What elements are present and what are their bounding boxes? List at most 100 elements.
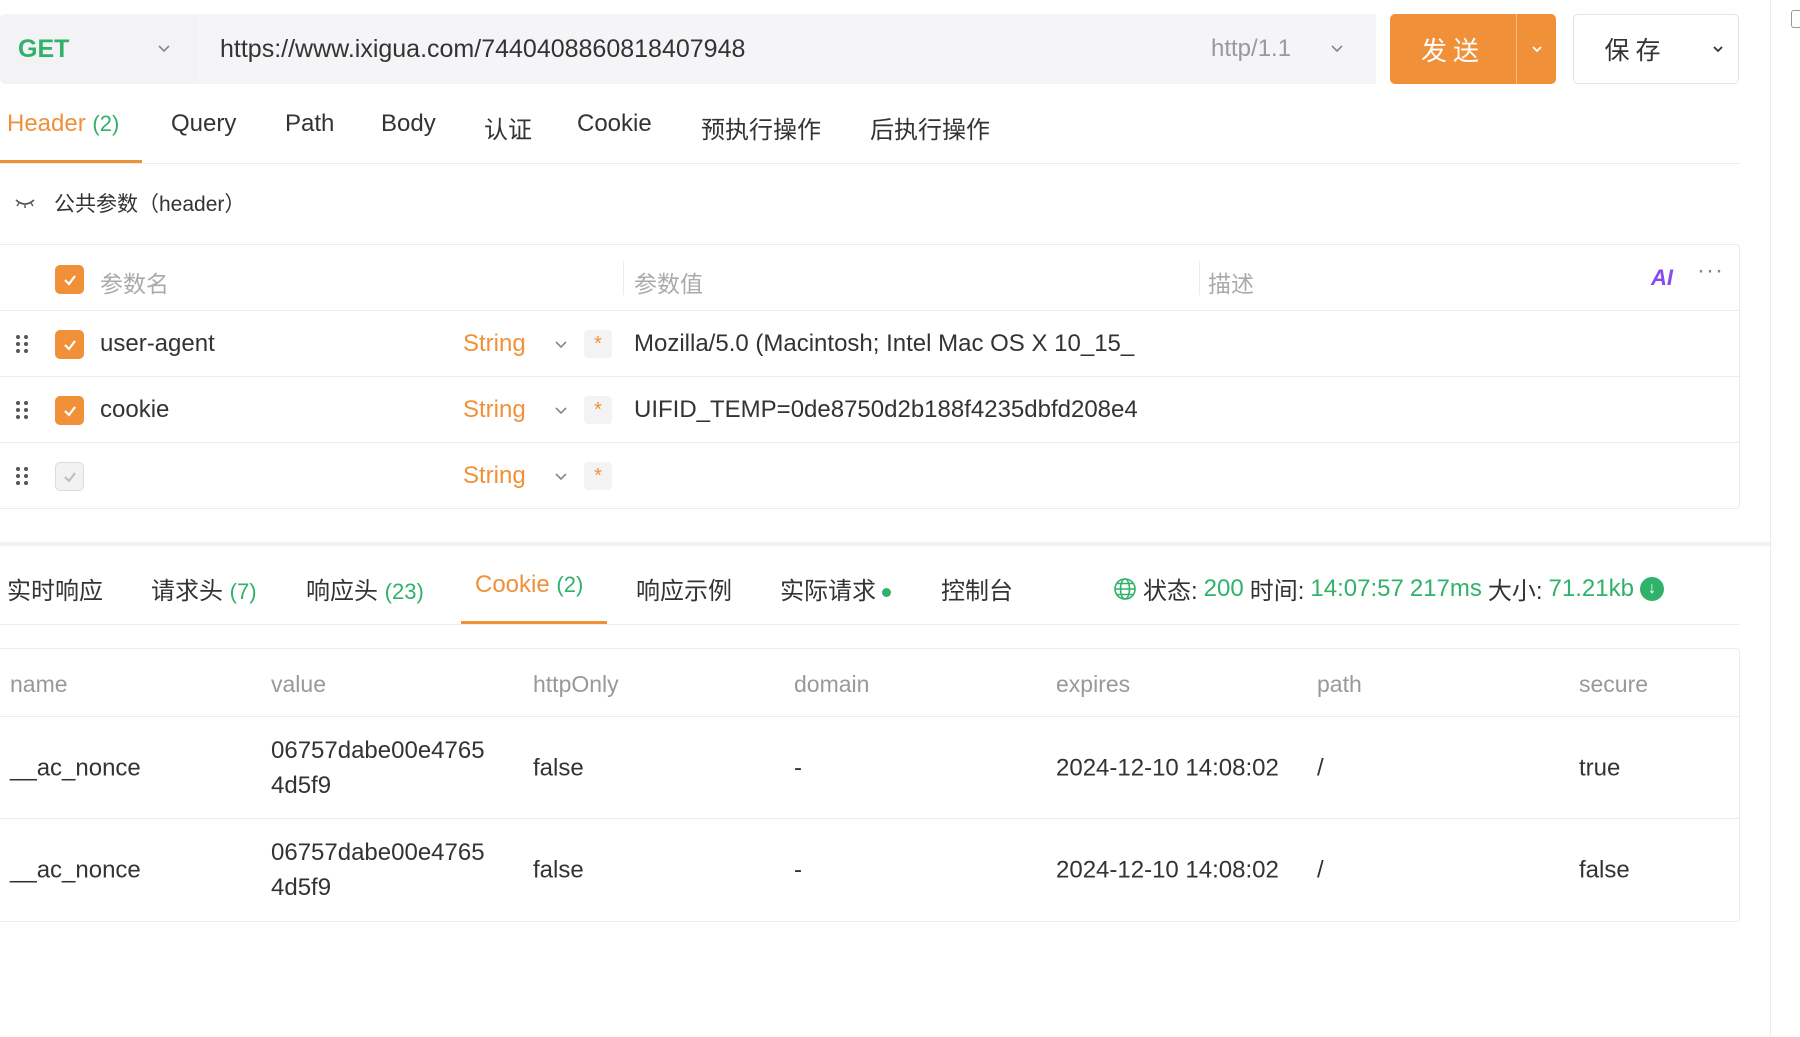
status-code: 200 (1203, 574, 1244, 602)
tab-request-headers[interactable]: 请求头 (7) (151, 571, 257, 606)
request-tabs: Header (2) Query Path Body 认证 Cookie 预执行… (0, 96, 1740, 164)
tab-response-headers[interactable]: 响应头 (23) (306, 571, 424, 606)
globe-icon[interactable] (1113, 577, 1137, 601)
send-button[interactable]: 发送 (1390, 14, 1516, 84)
check-icon (63, 339, 76, 351)
tab-auth[interactable]: 认证 (484, 110, 532, 145)
cookie-name: __ac_nonce (10, 754, 141, 781)
column-header: expires (1056, 671, 1131, 697)
cookie-domain: - (794, 856, 802, 884)
response-status: 状态: 200 时间: 14:07:57 217ms 大小: 71.21kb ↓ (1113, 571, 1664, 606)
cookie-expires: 2024-12-10 14:08:02 (1056, 754, 1279, 781)
cookie-name: __ac_nonce (10, 856, 141, 884)
response-tabs: 实时响应 请求头 (7) 响应头 (23) Cookie (2) 响应示例 实际… (0, 555, 1740, 625)
save-button[interactable]: 保存 (1573, 14, 1698, 84)
chevron-down-icon[interactable] (553, 468, 569, 484)
tab-pre-script[interactable]: 预执行操作 (701, 110, 821, 145)
request-bar: GET https://www.ixigua.com/7440408860818… (0, 14, 1376, 84)
param-value-input[interactable]: UIFID_TEMP=0de8750d2b188f4235dbfd208e4 (634, 396, 1138, 424)
cookie-secure: true (1579, 754, 1621, 781)
tab-query[interactable]: Query (171, 110, 236, 138)
url-text[interactable]: https://www.ixigua.com/74404088608184079… (220, 35, 745, 64)
param-type-select[interactable]: String (463, 330, 526, 358)
duration-value: 217ms (1409, 574, 1482, 602)
chevron-down-icon (1531, 46, 1542, 53)
tab-realtime-response[interactable]: 实时响应 (7, 571, 103, 606)
cookie-domain: - (794, 754, 802, 781)
side-panel-toggle-icon[interactable] (1791, 10, 1800, 28)
chevron-down-icon[interactable] (553, 336, 569, 352)
size-label: 大小: (1487, 578, 1543, 605)
cookie-httponly: false (533, 754, 584, 781)
eye-closed-icon (15, 199, 35, 208)
column-divider (623, 261, 624, 295)
cookie-path: / (1317, 754, 1324, 781)
method-select[interactable]: GET (0, 14, 196, 84)
method-label: GET (18, 34, 70, 63)
chevron-down-icon (158, 45, 170, 53)
required-toggle[interactable]: * (584, 330, 612, 358)
drag-handle-icon[interactable] (14, 400, 30, 420)
panel-divider[interactable] (0, 542, 1770, 546)
check-icon (63, 405, 76, 417)
tab-body[interactable]: Body (381, 110, 436, 138)
header-params-table: 参数名 参数值 描述 AI ··· user-agent String * Mo… (0, 244, 1740, 509)
required-toggle[interactable]: * (584, 462, 612, 490)
param-type-select[interactable]: String (463, 462, 526, 490)
column-value-header: 参数值 (634, 271, 703, 297)
cookie-value: 06757dabe00e47654d5f9 (271, 839, 485, 901)
select-all-checkbox[interactable] (55, 265, 84, 294)
chevron-down-icon[interactable] (1329, 40, 1345, 56)
tab-console[interactable]: 控制台 (941, 571, 1013, 606)
table-row: cookie String * UIFID_TEMP=0de8750d2b188… (0, 377, 1739, 443)
cookie-value: 06757dabe00e47654d5f9 (271, 736, 485, 799)
drag-handle-icon[interactable] (14, 466, 30, 486)
row-checkbox[interactable] (55, 396, 84, 425)
column-header: httpOnly (533, 671, 619, 697)
table-header-row: name value httpOnly domain expires path … (0, 649, 1739, 717)
drag-handle-icon[interactable] (14, 334, 30, 354)
time-label: 时间: (1249, 578, 1305, 605)
table-row: __ac_nonce 06757dabe00e47654d5f9 false -… (0, 717, 1739, 819)
public-params-label: 公共参数（header） (54, 193, 246, 216)
status-label: 状态: (1143, 578, 1198, 605)
tab-cookies[interactable]: Cookie (2) (475, 571, 583, 599)
chevron-down-icon[interactable] (553, 402, 569, 418)
row-checkbox[interactable] (55, 330, 84, 359)
column-header: value (271, 671, 326, 697)
active-tab-indicator (0, 160, 142, 163)
panel-edge (1770, 0, 1771, 1037)
param-value-input[interactable]: Mozilla/5.0 (Macintosh; Intel Mac OS X 1… (634, 330, 1134, 358)
tab-post-script[interactable]: 后执行操作 (870, 110, 990, 145)
table-header-row: 参数名 参数值 描述 AI ··· (0, 245, 1739, 311)
active-tab-indicator (461, 621, 607, 624)
status-dot (882, 588, 891, 598)
tab-cookie[interactable]: Cookie (577, 110, 652, 138)
column-header: domain (794, 671, 870, 697)
row-checkbox[interactable] (55, 462, 84, 491)
public-params-toggle[interactable]: 公共参数（header） (14, 188, 245, 218)
param-name-input[interactable]: user-agent (100, 330, 215, 358)
tab-path[interactable]: Path (285, 110, 334, 138)
table-row: __ac_nonce 06757dabe00e47654d5f9 false -… (0, 819, 1739, 921)
param-name-input[interactable]: cookie (100, 396, 169, 424)
url-input[interactable]: https://www.ixigua.com/74404088608184079… (198, 14, 1376, 84)
check-icon (63, 274, 76, 286)
column-divider (1199, 261, 1200, 295)
table-row: user-agent String * Mozilla/5.0 (Macinto… (0, 311, 1739, 377)
param-type-select[interactable]: String (463, 396, 526, 424)
tab-response-examples[interactable]: 响应示例 (636, 571, 732, 606)
time-value: 14:07:57 (1310, 574, 1404, 602)
save-options-button[interactable] (1697, 14, 1739, 84)
ai-icon[interactable]: AI (1651, 265, 1673, 291)
required-toggle[interactable]: * (584, 396, 612, 424)
tab-actual-request[interactable]: 实际请求 (780, 571, 891, 606)
send-options-button[interactable] (1516, 14, 1556, 84)
chevron-down-icon (1712, 46, 1723, 53)
column-description-header: 描述 (1208, 271, 1254, 297)
cookie-path: / (1317, 856, 1324, 884)
more-options-icon[interactable]: ··· (1697, 257, 1724, 285)
download-icon[interactable]: ↓ (1639, 576, 1664, 601)
tab-header[interactable]: Header (2) (7, 110, 119, 138)
protocol-select[interactable]: http/1.1 (1211, 35, 1291, 63)
